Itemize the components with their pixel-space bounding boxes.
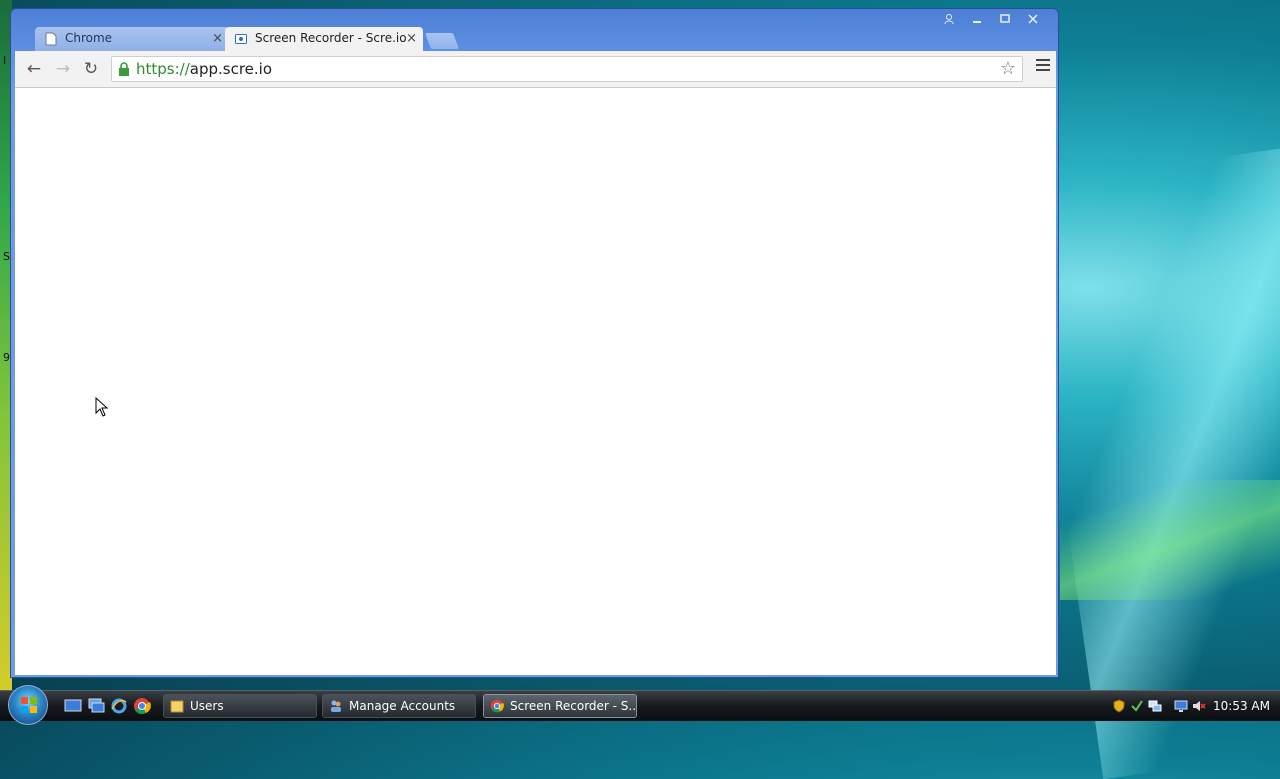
tab-close-button[interactable]: × xyxy=(406,27,417,50)
taskbar-item-manage-accounts[interactable]: Manage Accounts xyxy=(322,694,476,718)
start-button[interactable] xyxy=(8,685,48,725)
taskbar-item-label: Users xyxy=(190,699,224,713)
url-host: app.scre.io xyxy=(189,60,273,78)
desktop-edge-text: S xyxy=(3,250,10,263)
tab-screen-recorder[interactable]: Screen Recorder - Scre.io × xyxy=(225,27,423,51)
chrome-icon xyxy=(490,699,504,713)
screen-recorder-favicon xyxy=(235,34,247,44)
network-icon[interactable] xyxy=(1148,699,1162,713)
taskbar-item-label: Screen Recorder - S... xyxy=(510,699,637,713)
wallpaper-streak xyxy=(1060,480,1280,600)
new-tab-button[interactable] xyxy=(425,33,459,49)
tab-label: Screen Recorder - Scre.io xyxy=(255,31,407,45)
back-button[interactable]: ← xyxy=(23,58,45,80)
reload-button[interactable]: ↻ xyxy=(80,58,102,80)
desktop-edge-text: I xyxy=(3,54,7,67)
folder-icon xyxy=(170,700,184,713)
browser-window: Chrome × Screen Recorder - Scre.io × ← →… xyxy=(10,8,1059,678)
taskbar-item-screen-recorder[interactable]: Screen Recorder - S... xyxy=(483,694,637,718)
minimize-icon xyxy=(973,21,981,23)
profile-icon xyxy=(944,14,954,25)
address-bar[interactable]: https://app.scre.io ☆ xyxy=(111,56,1023,82)
tab-chrome[interactable]: Chrome × xyxy=(35,27,229,51)
monitor-icon[interactable] xyxy=(1174,699,1188,713)
checkmark-icon[interactable] xyxy=(1130,699,1144,713)
taskbar-clock[interactable]: 10:53 AM xyxy=(1213,691,1270,721)
chrome-icon[interactable] xyxy=(133,697,151,715)
close-icon xyxy=(1028,14,1038,24)
tab-strip: Chrome × Screen Recorder - Scre.io × xyxy=(25,27,1025,51)
taskbar-item-users[interactable]: Users xyxy=(163,694,317,718)
desktop-edge-text: 9 xyxy=(3,351,10,364)
url-scheme: https:// xyxy=(136,60,190,78)
tab-close-button[interactable]: × xyxy=(212,27,223,50)
menu-icon[interactable] xyxy=(1036,59,1050,79)
internet-explorer-icon[interactable] xyxy=(110,697,128,715)
show-desktop-icon[interactable] xyxy=(64,697,82,715)
forward-button[interactable]: → xyxy=(52,58,74,80)
browser-toolbar: ← → ↻ https://app.scre.io ☆ xyxy=(15,51,1056,88)
taskbar-item-label: Manage Accounts xyxy=(349,699,456,713)
page-content[interactable] xyxy=(15,88,1056,675)
url-text: https://app.scre.io xyxy=(136,57,272,81)
star-icon[interactable]: ☆ xyxy=(1000,59,1016,79)
users-icon xyxy=(331,700,341,712)
page-icon xyxy=(45,32,57,46)
security-shield-icon[interactable] xyxy=(1112,699,1126,713)
tab-label: Chrome xyxy=(65,31,113,45)
lock-icon xyxy=(119,62,129,76)
mouse-cursor-icon xyxy=(95,397,109,417)
taskbar: Users Manage Accounts Screen Recorder - … xyxy=(0,685,1280,725)
windows-logo-icon xyxy=(21,697,37,713)
maximize-icon xyxy=(1000,14,1010,23)
switch-windows-icon[interactable] xyxy=(87,697,105,715)
system-tray: 10:53 AM xyxy=(1110,691,1280,721)
volume-muted-icon[interactable] xyxy=(1192,699,1206,713)
